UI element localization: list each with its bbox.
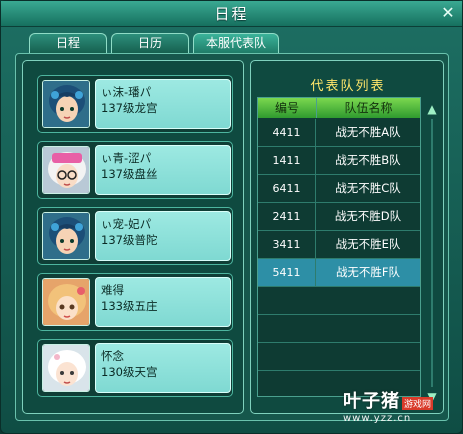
- team-name: 战无不胜B队: [335, 153, 401, 167]
- table-row[interactable]: 4411 战无不胜A队: [258, 119, 420, 147]
- member-detail: 137级龙宫: [101, 101, 158, 115]
- scroll-down-icon[interactable]: ▼: [425, 389, 439, 405]
- schedule-window: 日程 ✕ 日程 日历 本服代表队 ぃ沫-璠パ 137级龙宫 ぃ青-涩パ 137级…: [0, 0, 463, 434]
- table-row-empty: [258, 287, 420, 315]
- title-bar[interactable]: 日程 ✕: [1, 1, 462, 27]
- member-name: ぃ青-涩パ: [101, 151, 152, 165]
- team-list-title: 代表队列表: [310, 79, 386, 94]
- member-info: ぃ沫-璠パ 137级龙宫: [95, 79, 231, 129]
- member-card[interactable]: 难得 133级五庄: [37, 273, 233, 331]
- member-card[interactable]: ぃ沫-璠パ 137级龙宫: [37, 75, 233, 133]
- member-name: 怀念: [101, 349, 124, 363]
- team-name: 战无不胜E队: [335, 237, 401, 251]
- header-id: 编号: [274, 101, 299, 115]
- header-team-name: 队伍名称: [316, 98, 420, 118]
- team-id: 6411: [258, 175, 316, 202]
- tab-server-team[interactable]: 本服代表队: [193, 33, 279, 53]
- member-detail: 137级普陀: [101, 233, 158, 247]
- member-name: 难得: [101, 283, 124, 297]
- team-id: 1411: [258, 147, 316, 174]
- table-row[interactable]: 1411 战无不胜B队: [258, 147, 420, 175]
- member-card[interactable]: 怀念 130级天宫: [37, 339, 233, 397]
- team-id: 3411: [258, 231, 316, 258]
- member-name: ぃ宠-妃パ: [101, 217, 152, 231]
- team-name: 战无不胜F队: [335, 265, 401, 279]
- table-row-selected[interactable]: 5411 战无不胜F队: [258, 259, 420, 287]
- member-detail: 133级五庄: [101, 299, 158, 313]
- tab-calendar[interactable]: 日历: [111, 33, 189, 53]
- scroll-up-icon[interactable]: ▲: [425, 101, 439, 117]
- member-info: 难得 133级五庄: [95, 277, 231, 327]
- tab-schedule[interactable]: 日程: [29, 33, 107, 53]
- member-info: 怀念 130级天宫: [95, 343, 231, 393]
- scrollbar-track[interactable]: [431, 119, 433, 387]
- content-panel: ぃ沫-璠パ 137级龙宫 ぃ青-涩パ 137级盘丝 ぃ宠-妃パ 137级普陀 难…: [15, 53, 449, 421]
- avatar: [42, 278, 90, 326]
- window-title: 日程: [214, 5, 249, 23]
- member-detail: 130级天宫: [101, 365, 158, 379]
- member-info: ぃ宠-妃パ 137级普陀: [95, 211, 231, 261]
- team-name: 战无不胜D队: [334, 209, 402, 223]
- table-header: 编号 队伍名称: [258, 98, 420, 118]
- member-detail: 137级盘丝: [101, 167, 158, 181]
- member-info: ぃ青-涩パ 137级盘丝: [95, 145, 231, 195]
- avatar: [42, 146, 90, 194]
- member-card[interactable]: ぃ宠-妃パ 137级普陀: [37, 207, 233, 265]
- avatar: [42, 344, 90, 392]
- table-row[interactable]: 6411 战无不胜C队: [258, 175, 420, 203]
- team-list-panel: 代表队列表 编号 队伍名称 4411 战无不胜A队 1411 战无不胜B队 64…: [250, 60, 444, 414]
- team-id: 5411: [258, 259, 316, 286]
- team-name: 战无不胜C队: [335, 181, 401, 195]
- team-id: 4411: [258, 119, 316, 146]
- table-row-empty: [258, 371, 420, 399]
- team-name: 战无不胜A队: [335, 125, 401, 139]
- table-row-empty: [258, 315, 420, 343]
- team-table: 编号 队伍名称 4411 战无不胜A队 1411 战无不胜B队 6411 战无不…: [257, 97, 421, 397]
- member-card[interactable]: ぃ青-涩パ 137级盘丝: [37, 141, 233, 199]
- member-list: ぃ沫-璠パ 137级龙宫 ぃ青-涩パ 137级盘丝 ぃ宠-妃パ 137级普陀 难…: [22, 60, 244, 414]
- avatar: [42, 212, 90, 260]
- close-icon[interactable]: ✕: [440, 5, 456, 21]
- table-row[interactable]: 2411 战无不胜D队: [258, 203, 420, 231]
- team-id: 2411: [258, 203, 316, 230]
- member-name: ぃ沫-璠パ: [101, 85, 152, 99]
- table-row-empty: [258, 343, 420, 371]
- table-row[interactable]: 3411 战无不胜E队: [258, 231, 420, 259]
- avatar: [42, 80, 90, 128]
